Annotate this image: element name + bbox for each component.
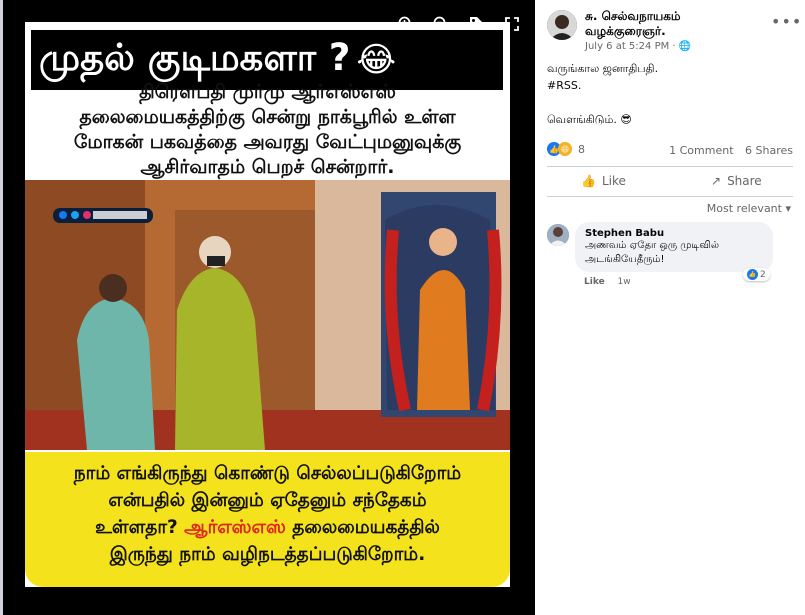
photo-viewer: முதல் குடிமகளா ? 😂 திரௌபதி முர்மு ஆர்எஸ்… <box>0 0 535 615</box>
thumbs-up-icon: 👍 <box>581 174 596 188</box>
comment-like-button[interactable]: Like <box>584 277 605 287</box>
divider <box>547 196 793 197</box>
like-button[interactable]: 👍 Like <box>581 174 626 188</box>
globe-icon: 🌐 <box>678 41 692 52</box>
like-reaction-icon: 👍 <box>747 269 758 280</box>
share-icon: ↗ <box>711 174 722 188</box>
comment-text: அணவம் ஏதோ ஒரு முடிவில் அடங்கியேதீரும்! <box>585 240 719 265</box>
comment-time[interactable]: 1w <box>618 277 631 287</box>
comment-actions: Like 1w <box>584 277 631 287</box>
shares-count[interactable]: 6 Shares <box>745 144 793 157</box>
image-bottom-box: நாம் எங்கிருந்து கொண்டு செல்லப்படுகிறோம்… <box>25 452 510 587</box>
reaction-summary[interactable]: 👍 😆 8 <box>547 142 585 156</box>
image-title-text: முதல் குடிமகளா ? <box>39 36 351 79</box>
comment-reaction-badge[interactable]: 👍 2 <box>743 268 770 281</box>
post-panel: சு. செல்வநாயகம் வழக்குரைஞர். July 6 at 5… <box>535 0 805 615</box>
image-top-text: திரௌபதி முர்மு ஆர்எஸ்எஸ் தலைமையகத்திற்கு… <box>73 81 462 178</box>
comments-count[interactable]: 1 Comment <box>669 144 733 157</box>
reactions-count: 8 <box>578 142 585 156</box>
event-photo <box>25 180 510 450</box>
image-bottom-text: நாம் எங்கிருந்து கொண்டு செல்லப்படுகிறோம்… <box>73 463 462 565</box>
post-timestamp[interactable]: July 6 at 5:24 PM · 🌐 <box>585 41 691 52</box>
post-counts: 1 Comment 6 Shares <box>669 144 793 157</box>
post-image: முதல் குடிமகளா ? 😂 திரௌபதி முர்மு ஆர்எஸ்… <box>25 22 510 587</box>
author-name[interactable]: சு. செல்வநாயகம் வழக்குரைஞர். <box>585 9 755 39</box>
comment-bubble: Stephen Babu அணவம் ஏதோ ஒரு முடிவில் அடங்… <box>575 222 773 272</box>
comment-sort-dropdown[interactable]: Most relevant ▾ <box>707 202 791 215</box>
divider <box>547 166 793 167</box>
caret-down-icon: ▾ <box>785 202 791 215</box>
commenter-avatar[interactable] <box>547 224 569 246</box>
commenter-name[interactable]: Stephen Babu <box>585 228 763 239</box>
share-button[interactable]: ↗ Share <box>711 174 762 188</box>
haha-reaction-icon: 😆 <box>558 142 572 156</box>
author-avatar[interactable] <box>547 10 577 40</box>
rss-highlight: ஆர்எஸ்எஸ் <box>184 517 286 538</box>
more-options-icon[interactable]: ••• <box>771 12 802 31</box>
post-caption: வருங்கால ஜனாதிபதி. #RSS. வெளங்கிடும். 😎 <box>547 62 659 126</box>
laughing-emoji: 😂 <box>356 40 397 80</box>
